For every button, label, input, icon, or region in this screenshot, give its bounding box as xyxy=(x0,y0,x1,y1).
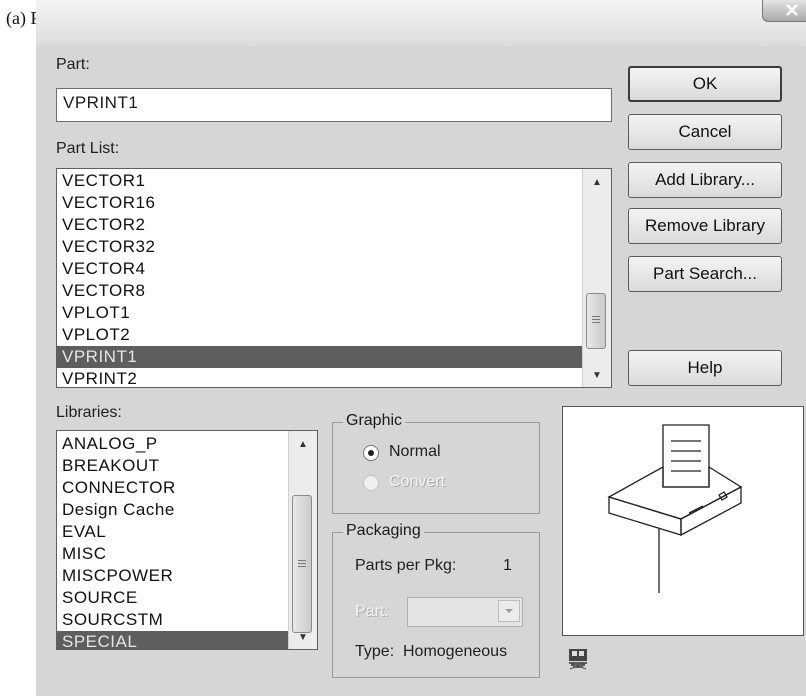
cancel-button[interactable]: Cancel xyxy=(628,114,782,150)
scroll-up-arrow-icon[interactable]: ▲ xyxy=(289,434,317,456)
list-item[interactable]: SPECIAL xyxy=(57,631,317,649)
ok-button[interactable]: OK xyxy=(628,66,782,102)
packaging-group: Packaging Parts per Pkg: 1 Part: Type: H… xyxy=(332,522,540,678)
list-item[interactable]: VECTOR32 xyxy=(57,236,611,258)
list-item[interactable]: VPLOT1 xyxy=(57,302,611,324)
libraries-label: Libraries: xyxy=(56,404,122,421)
parts-per-pkg-label: Parts per Pkg: xyxy=(355,557,457,574)
convert-radio-label: Convert xyxy=(389,473,446,490)
scroll-down-arrow-icon[interactable]: ▼ xyxy=(289,627,317,649)
libraries-list[interactable]: ANALOG_P BREAKOUT CONNECTOR Design Cache EVA… xyxy=(56,430,318,650)
list-item[interactable]: BREAKOUT xyxy=(57,455,317,477)
part-name-value: VPRINT1 xyxy=(63,93,139,112)
list-item[interactable]: EVAL xyxy=(57,521,317,543)
add-library-button[interactable]: Add Library... xyxy=(628,162,782,198)
normal-radio-label: Normal xyxy=(389,443,441,460)
libraries-scrollbar[interactable]: ▲ ▼ xyxy=(288,431,317,649)
parts-per-pkg-value: 1 xyxy=(503,557,512,574)
symbol-preview xyxy=(562,406,804,636)
graphic-group-title: Graphic xyxy=(343,412,406,430)
help-button[interactable]: Help xyxy=(628,350,782,386)
packaging-part-label: Part: xyxy=(355,603,389,620)
convert-radio[interactable] xyxy=(363,475,379,491)
list-item[interactable]: SOURCE xyxy=(57,587,317,609)
place-part-dialog: Part: VPRINT1 Part List: VECTOR1 VECTOR16… xyxy=(36,46,806,696)
list-item[interactable]: SOURCSTM xyxy=(57,609,317,631)
list-item[interactable]: Design Cache xyxy=(57,499,317,521)
libraries-scroll-thumb[interactable] xyxy=(292,495,312,633)
title-bar xyxy=(36,0,806,46)
packaging-type-value: Homogeneous xyxy=(403,643,508,660)
list-item[interactable]: VECTOR1 xyxy=(57,170,611,192)
footprint-icon[interactable] xyxy=(566,646,590,675)
part-list[interactable]: VECTOR1 VECTOR16 VECTOR2 VECTOR32 VECTOR4 VEC… xyxy=(56,168,612,388)
part-list-label: Part List: xyxy=(56,140,120,157)
packaging-type-label: Type: xyxy=(355,643,395,660)
normal-radio[interactable] xyxy=(363,445,379,461)
close-x-icon xyxy=(786,4,798,16)
list-item[interactable]: ANALOG_P xyxy=(57,433,317,455)
part-label: Part: xyxy=(56,56,90,73)
list-item[interactable]: MISCPOWER xyxy=(57,565,317,587)
part-search-button[interactable]: Part Search... xyxy=(628,256,782,292)
scroll-up-arrow-icon[interactable]: ▲ xyxy=(583,172,611,194)
chevron-down-icon[interactable] xyxy=(498,600,520,622)
graphic-group: Graphic Normal Convert xyxy=(332,412,540,514)
part-list-scroll-thumb[interactable] xyxy=(586,293,606,349)
list-item[interactable]: VECTOR8 xyxy=(57,280,611,302)
packaging-group-title: Packaging xyxy=(343,522,424,540)
close-button[interactable] xyxy=(762,0,806,22)
list-item[interactable]: VECTOR2 xyxy=(57,214,611,236)
list-item[interactable]: CONNECTOR xyxy=(57,477,317,499)
part-list-scrollbar[interactable]: ▲ ▼ xyxy=(582,169,611,387)
list-item[interactable]: VPLOT2 xyxy=(57,324,611,346)
remove-library-button[interactable]: Remove Library xyxy=(628,208,782,244)
list-item[interactable]: VECTOR4 xyxy=(57,258,611,280)
printer-symbol xyxy=(607,424,743,593)
part-name-input[interactable]: VPRINT1 xyxy=(56,88,612,122)
list-item[interactable]: MISC xyxy=(57,543,317,565)
scroll-down-arrow-icon[interactable]: ▼ xyxy=(583,365,611,387)
list-item[interactable]: VPRINT1 xyxy=(57,346,611,368)
list-item[interactable]: VECTOR16 xyxy=(57,192,611,214)
list-item[interactable]: VPRINT2 xyxy=(57,368,611,387)
packaging-part-select[interactable] xyxy=(407,597,523,627)
